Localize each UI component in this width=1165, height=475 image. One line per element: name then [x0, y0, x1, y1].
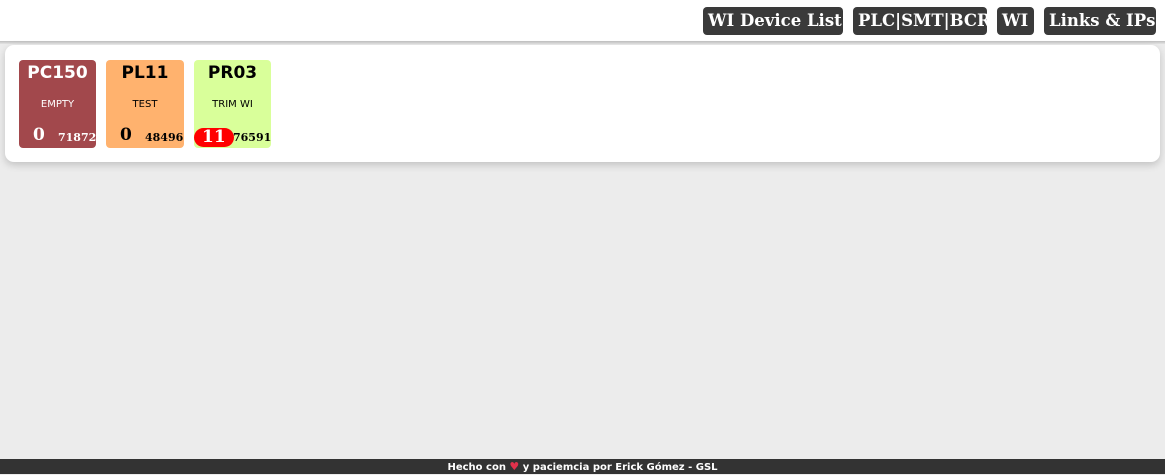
footer-text-after: y paciemcia por Erick Gómez - GSL	[522, 462, 718, 473]
footer-text-before: Hecho con	[447, 462, 506, 473]
plc-smt-bcr-button[interactable]: PLC|SMT|BCR	[853, 7, 991, 35]
device-count: 0	[33, 125, 45, 145]
device-status: TRIM WI	[212, 99, 253, 110]
header-shadow	[0, 41, 1165, 44]
device-status: EMPTY	[40, 99, 75, 110]
wi-device-list-button[interactable]: WI Device List	[703, 7, 843, 35]
device-serial: 76591	[233, 131, 271, 144]
device-serial: 48496	[145, 131, 184, 144]
device-count: 0	[120, 125, 132, 145]
top-navigation-bar: WI Device List PLC|SMT|BCR WI Links & IP…	[0, 0, 1165, 41]
links-ips-button[interactable]: Links & IPs	[1044, 7, 1156, 35]
heart-icon: ♥	[509, 460, 520, 473]
footer: Hecho con ♥ y paciemcia por Erick Gómez …	[0, 459, 1165, 474]
device-panel: PC150 EMPTY 0 71872 PL11 TEST 0 48496 PR…	[5, 45, 1160, 162]
device-card-pc150[interactable]: PC150 EMPTY 0 71872	[19, 60, 96, 148]
device-card-pr03[interactable]: PR03 TRIM WI 11 76591	[194, 60, 271, 148]
wi-button[interactable]: WI	[997, 7, 1034, 35]
device-name: PR03	[207, 63, 258, 83]
device-serial: 71872	[58, 131, 96, 144]
device-status: TEST	[132, 99, 158, 110]
device-count-alert: 11	[194, 128, 234, 147]
device-name: PL11	[121, 63, 169, 83]
device-name: PC150	[27, 63, 88, 83]
device-card-pl11[interactable]: PL11 TEST 0 48496	[106, 60, 184, 148]
